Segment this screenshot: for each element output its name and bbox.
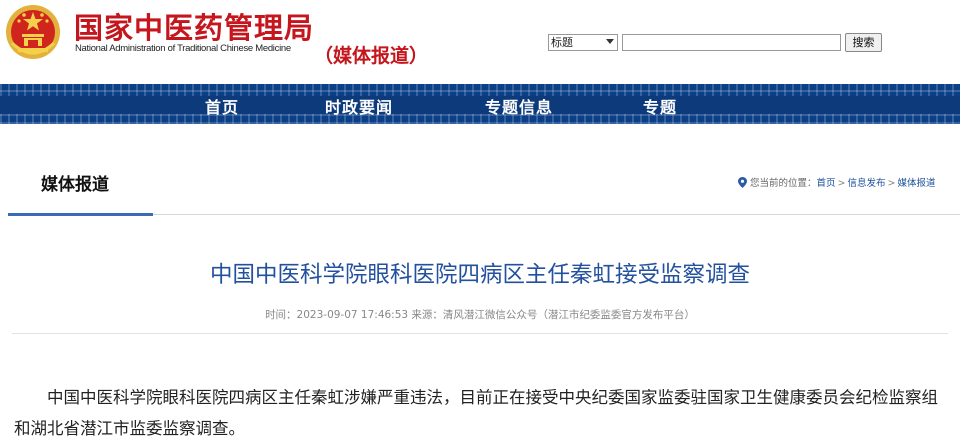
divider xyxy=(12,333,948,334)
national-emblem-icon[interactable] xyxy=(4,3,62,61)
breadcrumb-info[interactable]: 信息发布 xyxy=(848,178,886,189)
article-title: 中国中医科学院眼科医院四病区主任秦虹接受监察调查 xyxy=(209,262,750,288)
breadcrumb-home[interactable]: 首页 xyxy=(817,178,836,189)
chevron-down-icon xyxy=(606,39,614,44)
article-body: 中国中医科学院眼科医院四病区主任秦虹涉嫌严重违法，目前正在接受中央纪委国家监委驻… xyxy=(14,382,944,444)
page-title: 媒体报道 xyxy=(41,175,109,195)
nav-item-topics[interactable]: 专题 xyxy=(643,94,677,118)
page-head: 媒体报道 您当前的位置：首页 > 信息发布 > 媒体报道 xyxy=(0,124,960,216)
breadcrumb-media[interactable]: 媒体报道 xyxy=(897,178,935,189)
nav-item-topics-info[interactable]: 专题信息 xyxy=(485,94,553,118)
main-nav: 首页 时政要闻 专题信息 专题 xyxy=(0,84,960,124)
search-input[interactable] xyxy=(622,34,841,51)
location-pin-icon xyxy=(738,177,747,188)
breadcrumb-prefix: 您当前的位置： xyxy=(750,178,817,189)
article-paragraph: 中国中医科学院眼科医院四病区主任秦虹涉嫌严重违法，目前正在接受中央纪委国家监委驻… xyxy=(14,388,938,438)
nav-item-news[interactable]: 时政要闻 xyxy=(325,94,393,118)
page-title-underline xyxy=(8,213,153,216)
section-tag: （媒体报道） xyxy=(314,45,429,67)
breadcrumb-separator: > xyxy=(887,178,896,189)
site-title[interactable]: 国家中医药管理局 xyxy=(74,5,314,47)
nav-item-home[interactable]: 首页 xyxy=(205,94,239,118)
breadcrumb-separator: > xyxy=(837,178,846,189)
article-meta: 时间：2023-09-07 17:46:53 来源：清风潜江微信公众号（潜江市纪… xyxy=(265,309,695,321)
breadcrumb: 您当前的位置：首页 > 信息发布 > 媒体报道 xyxy=(738,175,936,189)
site-header: 国家中医药管理局 National Administration of Trad… xyxy=(0,0,960,84)
search-button[interactable]: 搜索 xyxy=(845,33,882,52)
search-select-value: 标题 xyxy=(551,36,573,49)
nav-band xyxy=(0,96,960,114)
site-subtitle: National Administration of Traditional C… xyxy=(75,43,291,54)
search-field-select[interactable]: 标题 xyxy=(548,34,618,51)
